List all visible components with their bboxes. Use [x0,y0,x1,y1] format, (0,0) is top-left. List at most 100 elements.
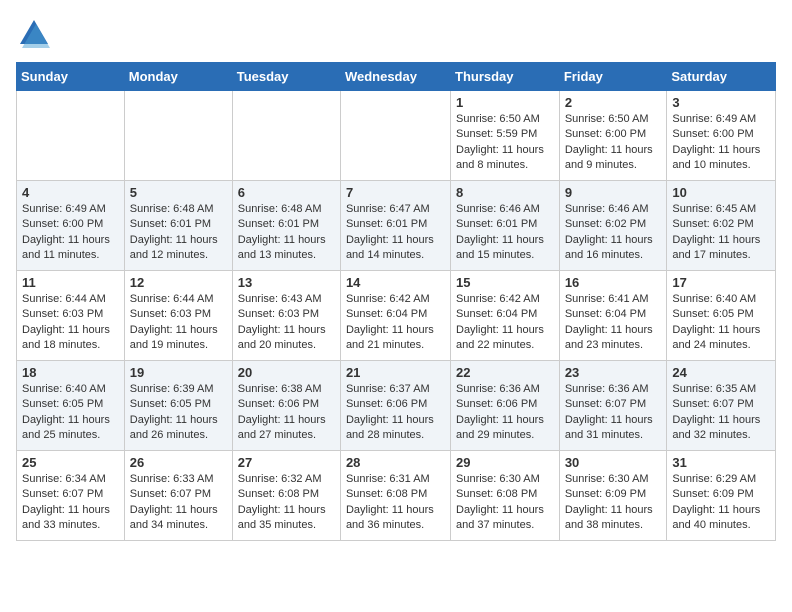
logo [16,16,58,52]
calendar-week-5: 25Sunrise: 6:34 AM Sunset: 6:07 PM Dayli… [17,451,776,541]
day-info: Sunrise: 6:47 AM Sunset: 6:01 PM Dayligh… [346,202,445,264]
day-number: 5 [130,185,227,200]
calendar-cell: 6 Sunrise: 6:48 AM Sunset: 6:01 PM Daylig… [232,181,340,271]
day-info: Sunrise: 6:31 AM Sunset: 6:08 PM Dayligh… [346,472,445,534]
day-info: Sunrise: 6:42 AM Sunset: 6:04 PM Dayligh… [456,292,554,354]
calendar-cell: 20 Sunrise: 6:38 AM Sunset: 6:06 PM Dayli… [232,361,340,451]
day-number: 17 [672,275,770,290]
calendar-cell: 12 Sunrise: 6:44 AM Sunset: 6:03 PM Dayli… [124,271,232,361]
calendar-cell [17,91,125,181]
day-number: 27 [238,455,335,470]
calendar-cell [232,91,340,181]
day-number: 16 [565,275,662,290]
calendar-cell: 14 Sunrise: 6:42 AM Sunset: 6:04 PM Dayli… [340,271,450,361]
calendar-cell: 26 Sunrise: 6:33 AM Sunset: 6:07 PM Dayli… [124,451,232,541]
day-number: 29 [456,455,554,470]
day-number: 19 [130,365,227,380]
calendar-cell: 29 Sunrise: 6:30 AM Sunset: 6:08 PM Dayli… [451,451,560,541]
calendar-cell: 2Sunrise: 6:50 AM Sunset: 6:00 PM Daylig… [559,91,667,181]
day-info: Sunrise: 6:44 AM Sunset: 6:03 PM Dayligh… [22,292,119,354]
day-number: 28 [346,455,445,470]
calendar-cell: 9 Sunrise: 6:46 AM Sunset: 6:02 PM Daylig… [559,181,667,271]
day-number: 8 [456,185,554,200]
day-number: 20 [238,365,335,380]
day-number: 23 [565,365,662,380]
day-number: 13 [238,275,335,290]
day-number: 4 [22,185,119,200]
day-info: Sunrise: 6:36 AM Sunset: 6:06 PM Dayligh… [456,382,554,444]
day-info: Sunrise: 6:46 AM Sunset: 6:02 PM Dayligh… [565,202,662,264]
calendar-cell: 15 Sunrise: 6:42 AM Sunset: 6:04 PM Dayli… [451,271,560,361]
calendar-cell: 24Sunrise: 6:35 AM Sunset: 6:07 PM Dayli… [667,361,776,451]
day-number: 10 [672,185,770,200]
calendar-week-2: 4 Sunrise: 6:49 AM Sunset: 6:00 PM Daylig… [17,181,776,271]
day-info: Sunrise: 6:48 AM Sunset: 6:01 PM Dayligh… [130,202,227,264]
calendar-cell: 31 Sunrise: 6:29 AM Sunset: 6:09 PM Dayli… [667,451,776,541]
day-number: 6 [238,185,335,200]
calendar-cell: 17 Sunrise: 6:40 AM Sunset: 6:05 PM Dayli… [667,271,776,361]
day-number: 1 [456,95,554,110]
page-header [16,16,776,52]
weekday-header-saturday: Saturday [667,63,776,91]
calendar-cell: 1 Sunrise: 6:50 AM Sunset: 5:59 PM Daylig… [451,91,560,181]
calendar-cell [124,91,232,181]
day-info: Sunrise: 6:34 AM Sunset: 6:07 PM Dayligh… [22,472,119,534]
calendar-cell: 7 Sunrise: 6:47 AM Sunset: 6:01 PM Daylig… [340,181,450,271]
day-number: 14 [346,275,445,290]
day-number: 9 [565,185,662,200]
weekday-header-wednesday: Wednesday [340,63,450,91]
day-info: Sunrise: 6:35 AM Sunset: 6:07 PM Dayligh… [672,382,770,444]
calendar-cell: 13 Sunrise: 6:43 AM Sunset: 6:03 PM Dayli… [232,271,340,361]
day-info: Sunrise: 6:33 AM Sunset: 6:07 PM Dayligh… [130,472,227,534]
day-number: 7 [346,185,445,200]
calendar-week-1: 1 Sunrise: 6:50 AM Sunset: 5:59 PM Daylig… [17,91,776,181]
calendar-cell: 5 Sunrise: 6:48 AM Sunset: 6:01 PM Daylig… [124,181,232,271]
day-info: Sunrise: 6:43 AM Sunset: 6:03 PM Dayligh… [238,292,335,354]
day-info: Sunrise: 6:49 AM Sunset: 6:00 PM Dayligh… [22,202,119,264]
day-number: 11 [22,275,119,290]
day-info: Sunrise: 6:44 AM Sunset: 6:03 PM Dayligh… [130,292,227,354]
day-info: Sunrise: 6:36 AM Sunset: 6:07 PM Dayligh… [565,382,662,444]
calendar-week-4: 18Sunrise: 6:40 AM Sunset: 6:05 PM Dayli… [17,361,776,451]
calendar-cell: 4 Sunrise: 6:49 AM Sunset: 6:00 PM Daylig… [17,181,125,271]
day-info: Sunrise: 6:32 AM Sunset: 6:08 PM Dayligh… [238,472,335,534]
day-info: Sunrise: 6:40 AM Sunset: 6:05 PM Dayligh… [22,382,119,444]
day-number: 22 [456,365,554,380]
weekday-header-sunday: Sunday [17,63,125,91]
day-info: Sunrise: 6:42 AM Sunset: 6:04 PM Dayligh… [346,292,445,354]
day-info: Sunrise: 6:41 AM Sunset: 6:04 PM Dayligh… [565,292,662,354]
day-number: 15 [456,275,554,290]
day-number: 26 [130,455,227,470]
calendar-table: SundayMondayTuesdayWednesdayThursdayFrid… [16,62,776,541]
day-info: Sunrise: 6:38 AM Sunset: 6:06 PM Dayligh… [238,382,335,444]
weekday-header-friday: Friday [559,63,667,91]
day-info: Sunrise: 6:46 AM Sunset: 6:01 PM Dayligh… [456,202,554,264]
calendar-cell: 11 Sunrise: 6:44 AM Sunset: 6:03 PM Dayli… [17,271,125,361]
day-info: Sunrise: 6:50 AM Sunset: 6:00 PM Dayligh… [565,112,662,174]
weekday-header-tuesday: Tuesday [232,63,340,91]
calendar-cell: 27 Sunrise: 6:32 AM Sunset: 6:08 PM Dayli… [232,451,340,541]
day-info: Sunrise: 6:45 AM Sunset: 6:02 PM Dayligh… [672,202,770,264]
day-info: Sunrise: 6:50 AM Sunset: 5:59 PM Dayligh… [456,112,554,174]
day-info: Sunrise: 6:40 AM Sunset: 6:05 PM Dayligh… [672,292,770,354]
day-info: Sunrise: 6:48 AM Sunset: 6:01 PM Dayligh… [238,202,335,264]
day-info: Sunrise: 6:29 AM Sunset: 6:09 PM Dayligh… [672,472,770,534]
day-number: 31 [672,455,770,470]
day-number: 3 [672,95,770,110]
day-number: 12 [130,275,227,290]
day-info: Sunrise: 6:37 AM Sunset: 6:06 PM Dayligh… [346,382,445,444]
calendar-cell: 28 Sunrise: 6:31 AM Sunset: 6:08 PM Dayli… [340,451,450,541]
calendar-cell: 22 Sunrise: 6:36 AM Sunset: 6:06 PM Dayli… [451,361,560,451]
weekday-header-row: SundayMondayTuesdayWednesdayThursdayFrid… [17,63,776,91]
day-info: Sunrise: 6:30 AM Sunset: 6:08 PM Dayligh… [456,472,554,534]
calendar-cell: 21Sunrise: 6:37 AM Sunset: 6:06 PM Dayli… [340,361,450,451]
day-info: Sunrise: 6:39 AM Sunset: 6:05 PM Dayligh… [130,382,227,444]
day-info: Sunrise: 6:30 AM Sunset: 6:09 PM Dayligh… [565,472,662,534]
calendar-cell: 18Sunrise: 6:40 AM Sunset: 6:05 PM Dayli… [17,361,125,451]
logo-icon [16,16,52,52]
day-number: 30 [565,455,662,470]
calendar-cell: 19 Sunrise: 6:39 AM Sunset: 6:05 PM Dayli… [124,361,232,451]
calendar-cell [340,91,450,181]
calendar-cell: 16 Sunrise: 6:41 AM Sunset: 6:04 PM Dayli… [559,271,667,361]
calendar-cell: 10 Sunrise: 6:45 AM Sunset: 6:02 PM Dayli… [667,181,776,271]
